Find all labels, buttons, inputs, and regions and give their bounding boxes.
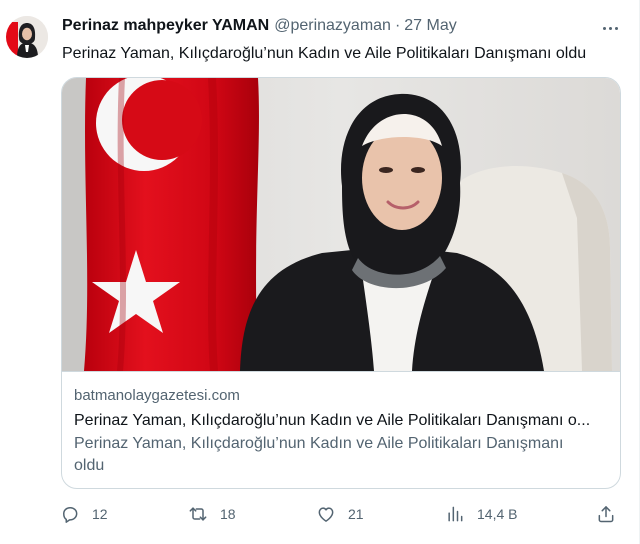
share-icon <box>598 506 614 523</box>
card-description: Perinaz Yaman, Kılıçdaroğlu’nun Kadın ve… <box>74 435 564 474</box>
tweet-text: Perinaz Yaman, Kılıçdaroğlu’nun Kadın ve… <box>62 45 587 62</box>
card-title: Perinaz Yaman, Kılıçdaroğlu’nun Kadın ve… <box>74 412 591 429</box>
user-handle[interactable]: @perinazyaman <box>274 17 391 35</box>
views-count: 14,4 B <box>477 506 518 522</box>
retweet-button[interactable]: 18 <box>188 502 236 526</box>
tweet-header: Perinaz mahpeyker YAMAN @perinazyaman · … <box>62 17 457 39</box>
reply-count: 12 <box>92 506 108 522</box>
retweet-count: 18 <box>220 506 236 522</box>
reply-icon <box>63 507 78 523</box>
retweet-icon <box>189 507 207 521</box>
tweet[interactable]: Perinaz mahpeyker YAMAN @perinazyaman · … <box>0 0 640 544</box>
link-card[interactable]: batmanolaygazetesi.com Perinaz Yaman, Kı… <box>61 77 621 489</box>
like-count: 21 <box>348 506 364 522</box>
more-icon[interactable] <box>596 16 624 40</box>
card-body[interactable]: batmanolaygazetesi.com Perinaz Yaman, Kı… <box>62 371 620 488</box>
separator: · <box>394 17 401 34</box>
like-button[interactable]: 21 <box>316 502 364 526</box>
heart-icon <box>318 507 334 522</box>
card-image[interactable] <box>62 78 620 371</box>
action-bar: 12 18 21 14,4 B <box>60 502 624 526</box>
card-domain: batmanolaygazetesi.com <box>74 387 240 404</box>
share-button[interactable] <box>596 502 616 526</box>
avatar[interactable] <box>6 16 48 58</box>
tweet-date[interactable]: 27 May <box>404 17 456 35</box>
display-name[interactable]: Perinaz mahpeyker YAMAN <box>62 17 269 35</box>
reply-button[interactable]: 12 <box>60 502 108 526</box>
views-button[interactable]: 14,4 B <box>445 502 517 526</box>
views-icon <box>448 506 463 522</box>
